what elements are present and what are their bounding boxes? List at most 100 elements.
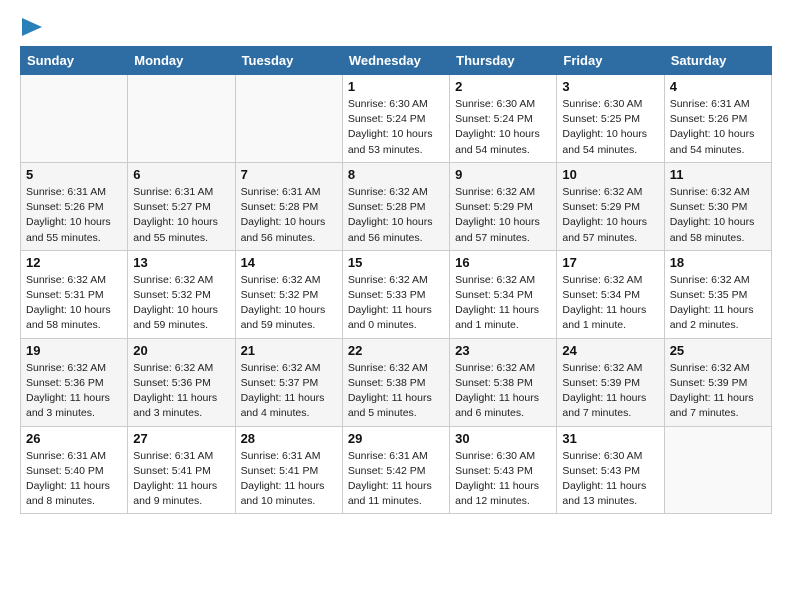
day-info: Sunrise: 6:32 AM Sunset: 5:39 PM Dayligh…	[670, 361, 766, 422]
week-row-3: 12 Sunrise: 6:32 AM Sunset: 5:31 PM Dayli…	[21, 250, 772, 338]
day-number: 20	[133, 343, 229, 358]
calendar-cell	[664, 426, 771, 514]
calendar-cell: 23 Sunrise: 6:32 AM Sunset: 5:38 PM Dayli…	[450, 338, 557, 426]
day-number: 5	[26, 167, 122, 182]
day-info: Sunrise: 6:30 AM Sunset: 5:43 PM Dayligh…	[455, 449, 551, 510]
col-header-wednesday: Wednesday	[342, 47, 449, 75]
day-info: Sunrise: 6:32 AM Sunset: 5:31 PM Dayligh…	[26, 273, 122, 334]
calendar-cell	[235, 75, 342, 163]
week-row-5: 26 Sunrise: 6:31 AM Sunset: 5:40 PM Dayli…	[21, 426, 772, 514]
day-info: Sunrise: 6:32 AM Sunset: 5:36 PM Dayligh…	[133, 361, 229, 422]
header-row: SundayMondayTuesdayWednesdayThursdayFrid…	[21, 47, 772, 75]
calendar-cell: 24Sunrise: 6:32 AM Sunset: 5:39 PM Dayli…	[557, 338, 664, 426]
calendar-cell: 4 Sunrise: 6:31 AM Sunset: 5:26 PM Daylig…	[664, 75, 771, 163]
calendar-cell: 19 Sunrise: 6:32 AM Sunset: 5:36 PM Dayli…	[21, 338, 128, 426]
day-number: 23	[455, 343, 551, 358]
calendar-cell: 7 Sunrise: 6:31 AM Sunset: 5:28 PM Daylig…	[235, 162, 342, 250]
day-number: 7	[241, 167, 337, 182]
day-number: 17	[562, 255, 658, 270]
calendar-cell: 30 Sunrise: 6:30 AM Sunset: 5:43 PM Dayli…	[450, 426, 557, 514]
day-number: 27	[133, 431, 229, 446]
calendar-cell: 12 Sunrise: 6:32 AM Sunset: 5:31 PM Dayli…	[21, 250, 128, 338]
day-number: 30	[455, 431, 551, 446]
day-info: Sunrise: 6:31 AM Sunset: 5:27 PM Dayligh…	[133, 185, 229, 246]
day-number: 24	[562, 343, 658, 358]
day-number: 28	[241, 431, 337, 446]
day-info: Sunrise: 6:30 AM Sunset: 5:25 PM Dayligh…	[562, 97, 658, 158]
col-header-tuesday: Tuesday	[235, 47, 342, 75]
calendar-cell: 31Sunrise: 6:30 AM Sunset: 5:43 PM Dayli…	[557, 426, 664, 514]
day-info: Sunrise: 6:32 AM Sunset: 5:35 PM Dayligh…	[670, 273, 766, 334]
calendar-cell: 13 Sunrise: 6:32 AM Sunset: 5:32 PM Dayli…	[128, 250, 235, 338]
day-info: Sunrise: 6:31 AM Sunset: 5:41 PM Dayligh…	[133, 449, 229, 510]
day-info: Sunrise: 6:32 AM Sunset: 5:28 PM Dayligh…	[348, 185, 444, 246]
calendar-cell: 18 Sunrise: 6:32 AM Sunset: 5:35 PM Dayli…	[664, 250, 771, 338]
week-row-4: 19 Sunrise: 6:32 AM Sunset: 5:36 PM Dayli…	[21, 338, 772, 426]
calendar-cell: 10 Sunrise: 6:32 AM Sunset: 5:29 PM Dayli…	[557, 162, 664, 250]
day-number: 11	[670, 167, 766, 182]
day-info: Sunrise: 6:31 AM Sunset: 5:26 PM Dayligh…	[670, 97, 766, 158]
day-number: 31	[562, 431, 658, 446]
day-number: 12	[26, 255, 122, 270]
calendar-cell: 3Sunrise: 6:30 AM Sunset: 5:25 PM Daylig…	[557, 75, 664, 163]
calendar-cell: 25 Sunrise: 6:32 AM Sunset: 5:39 PM Dayli…	[664, 338, 771, 426]
col-header-sunday: Sunday	[21, 47, 128, 75]
calendar-cell: 5 Sunrise: 6:31 AM Sunset: 5:26 PM Daylig…	[21, 162, 128, 250]
col-header-friday: Friday	[557, 47, 664, 75]
week-row-2: 5 Sunrise: 6:31 AM Sunset: 5:26 PM Daylig…	[21, 162, 772, 250]
page-header	[20, 20, 772, 36]
day-number: 15	[348, 255, 444, 270]
day-number: 19	[26, 343, 122, 358]
day-info: Sunrise: 6:32 AM Sunset: 5:29 PM Dayligh…	[455, 185, 551, 246]
col-header-thursday: Thursday	[450, 47, 557, 75]
day-number: 13	[133, 255, 229, 270]
calendar-cell: 27 Sunrise: 6:31 AM Sunset: 5:41 PM Dayli…	[128, 426, 235, 514]
day-info: Sunrise: 6:31 AM Sunset: 5:28 PM Dayligh…	[241, 185, 337, 246]
calendar-cell: 14 Sunrise: 6:32 AM Sunset: 5:32 PM Dayli…	[235, 250, 342, 338]
day-number: 22	[348, 343, 444, 358]
day-info: Sunrise: 6:32 AM Sunset: 5:34 PM Dayligh…	[562, 273, 658, 334]
day-info: Sunrise: 6:32 AM Sunset: 5:37 PM Dayligh…	[241, 361, 337, 422]
calendar-cell: 26 Sunrise: 6:31 AM Sunset: 5:40 PM Dayli…	[21, 426, 128, 514]
day-info: Sunrise: 6:32 AM Sunset: 5:36 PM Dayligh…	[26, 361, 122, 422]
day-number: 18	[670, 255, 766, 270]
calendar-cell: 8 Sunrise: 6:32 AM Sunset: 5:28 PM Daylig…	[342, 162, 449, 250]
calendar-cell: 6 Sunrise: 6:31 AM Sunset: 5:27 PM Daylig…	[128, 162, 235, 250]
calendar-table: SundayMondayTuesdayWednesdayThursdayFrid…	[20, 46, 772, 514]
day-number: 2	[455, 79, 551, 94]
calendar-cell	[21, 75, 128, 163]
calendar-cell: 2 Sunrise: 6:30 AM Sunset: 5:24 PM Daylig…	[450, 75, 557, 163]
calendar-cell	[128, 75, 235, 163]
day-number: 4	[670, 79, 766, 94]
day-number: 10	[562, 167, 658, 182]
day-number: 25	[670, 343, 766, 358]
calendar-cell: 29Sunrise: 6:31 AM Sunset: 5:42 PM Dayli…	[342, 426, 449, 514]
day-info: Sunrise: 6:32 AM Sunset: 5:38 PM Dayligh…	[455, 361, 551, 422]
day-info: Sunrise: 6:32 AM Sunset: 5:32 PM Dayligh…	[241, 273, 337, 334]
day-number: 21	[241, 343, 337, 358]
day-number: 1	[348, 79, 444, 94]
day-number: 9	[455, 167, 551, 182]
day-info: Sunrise: 6:32 AM Sunset: 5:38 PM Dayligh…	[348, 361, 444, 422]
day-info: Sunrise: 6:32 AM Sunset: 5:29 PM Dayligh…	[562, 185, 658, 246]
calendar-cell: 9 Sunrise: 6:32 AM Sunset: 5:29 PM Daylig…	[450, 162, 557, 250]
calendar-cell: 20 Sunrise: 6:32 AM Sunset: 5:36 PM Dayli…	[128, 338, 235, 426]
calendar-cell: 1 Sunrise: 6:30 AM Sunset: 5:24 PM Daylig…	[342, 75, 449, 163]
day-info: Sunrise: 6:31 AM Sunset: 5:26 PM Dayligh…	[26, 185, 122, 246]
day-number: 26	[26, 431, 122, 446]
week-row-1: 1 Sunrise: 6:30 AM Sunset: 5:24 PM Daylig…	[21, 75, 772, 163]
logo	[20, 20, 42, 36]
day-info: Sunrise: 6:32 AM Sunset: 5:32 PM Dayligh…	[133, 273, 229, 334]
calendar-cell: 28 Sunrise: 6:31 AM Sunset: 5:41 PM Dayli…	[235, 426, 342, 514]
day-info: Sunrise: 6:30 AM Sunset: 5:24 PM Dayligh…	[455, 97, 551, 158]
day-info: Sunrise: 6:31 AM Sunset: 5:41 PM Dayligh…	[241, 449, 337, 510]
day-number: 16	[455, 255, 551, 270]
day-info: Sunrise: 6:30 AM Sunset: 5:24 PM Dayligh…	[348, 97, 444, 158]
day-info: Sunrise: 6:31 AM Sunset: 5:40 PM Dayligh…	[26, 449, 122, 510]
day-number: 14	[241, 255, 337, 270]
day-number: 8	[348, 167, 444, 182]
day-number: 6	[133, 167, 229, 182]
col-header-monday: Monday	[128, 47, 235, 75]
day-number: 29	[348, 431, 444, 446]
calendar-cell: 16Sunrise: 6:32 AM Sunset: 5:34 PM Dayli…	[450, 250, 557, 338]
